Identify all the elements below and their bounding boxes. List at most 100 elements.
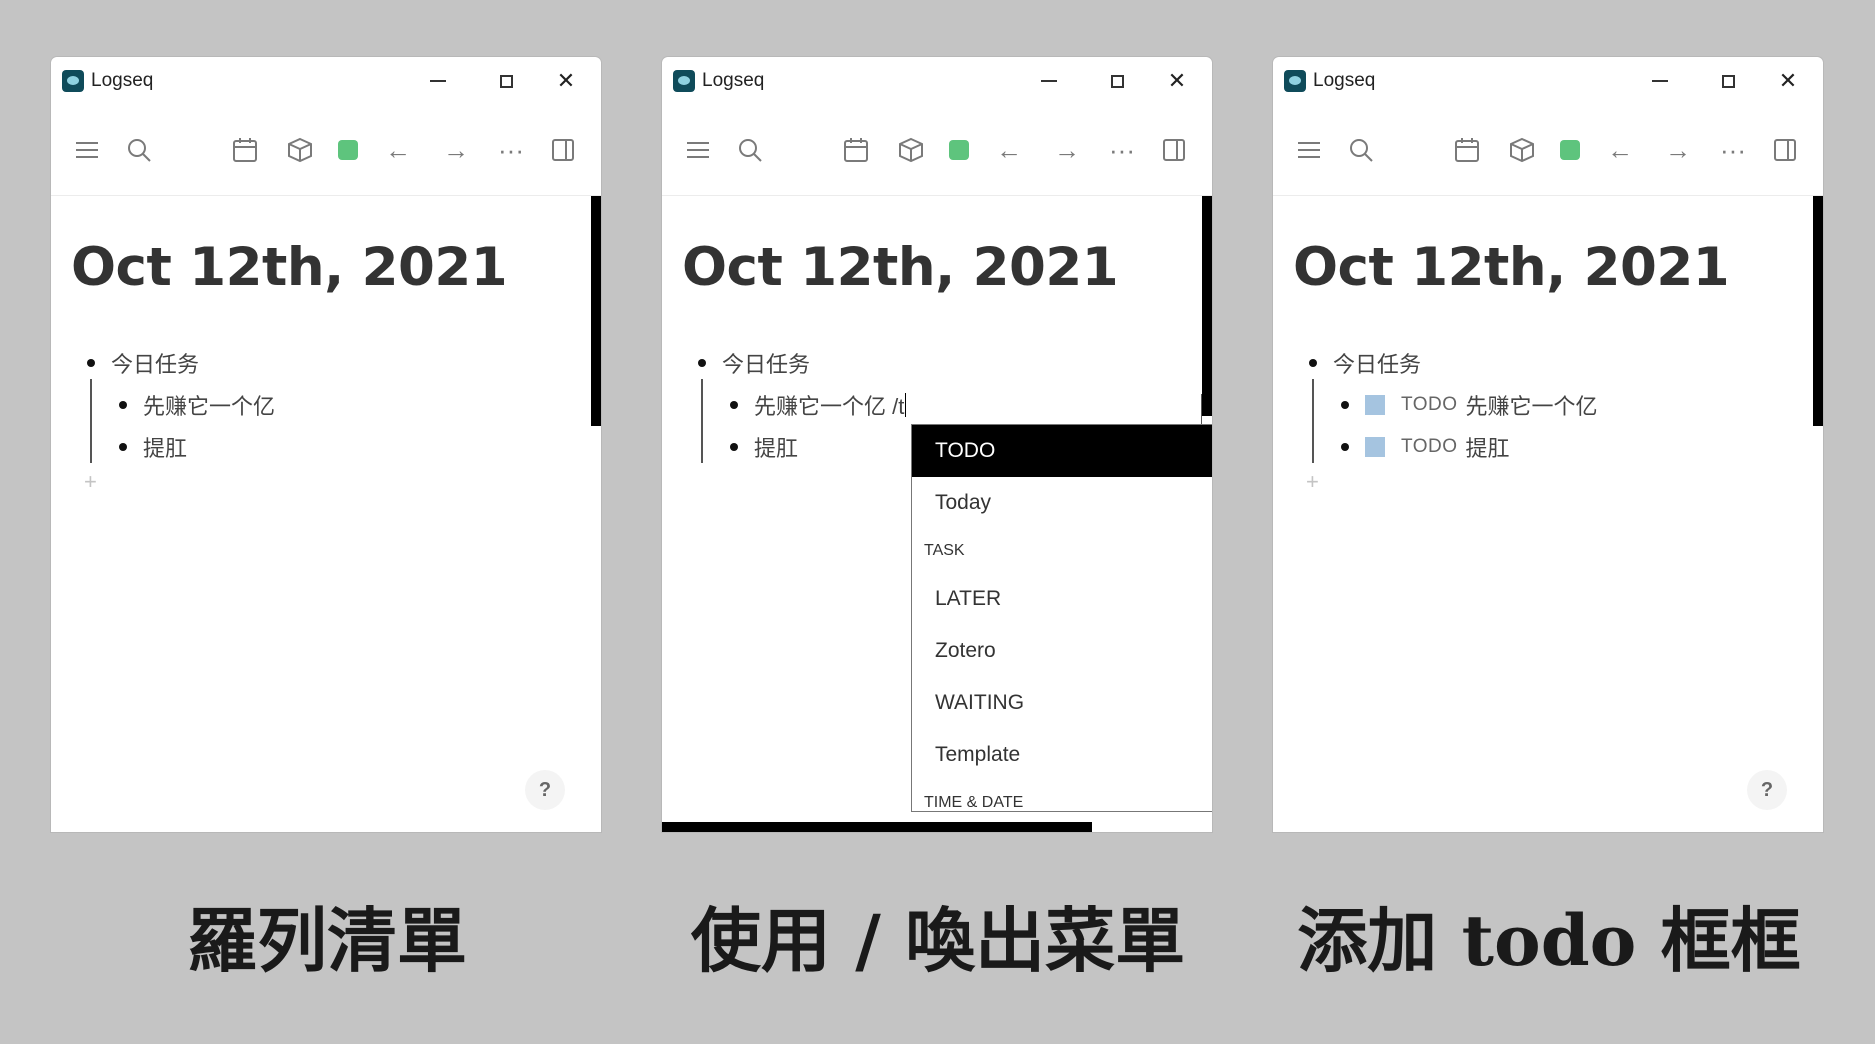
list-item[interactable]: 今日任务 bbox=[1309, 347, 1421, 379]
scrollbar[interactable] bbox=[1813, 196, 1823, 426]
help-button[interactable]: ? bbox=[1747, 770, 1787, 810]
list-item[interactable]: 先赚它一个亿 bbox=[119, 389, 275, 421]
maximize-button[interactable] bbox=[1698, 57, 1758, 105]
todo-checkbox[interactable] bbox=[1365, 437, 1385, 457]
panel-icon bbox=[552, 139, 574, 161]
todo-item[interactable]: TODO 提肛 bbox=[1341, 431, 1510, 463]
journals-button[interactable] bbox=[836, 130, 876, 170]
logseq-app-icon bbox=[673, 70, 695, 92]
menu-item-template[interactable]: Template bbox=[912, 729, 1212, 781]
back-button[interactable]: ← bbox=[378, 130, 418, 170]
toolbar: ← → ··· bbox=[662, 105, 1212, 196]
calendar-icon bbox=[844, 138, 868, 162]
panel-todo: Logseq ✕ ← → ··· Oct 12th, 2021 今日任务 TOD… bbox=[1273, 0, 1825, 1044]
todo-checkbox[interactable] bbox=[1365, 395, 1385, 415]
forward-button[interactable]: → bbox=[436, 130, 476, 170]
block-text: 先赚它一个亿 bbox=[1465, 394, 1598, 419]
scrollbar[interactable] bbox=[591, 196, 601, 426]
todo-item[interactable]: TODO 先赚它一个亿 bbox=[1341, 389, 1598, 421]
help-button[interactable]: ? bbox=[525, 770, 565, 810]
menu-item-zotero[interactable]: Zotero bbox=[912, 625, 1212, 677]
sidebar-toggle-button[interactable] bbox=[67, 130, 107, 170]
maximize-button[interactable] bbox=[1087, 57, 1147, 105]
theme-indicator[interactable] bbox=[939, 130, 979, 170]
add-block-button[interactable]: + bbox=[84, 469, 97, 495]
more-button[interactable]: ··· bbox=[491, 130, 531, 170]
todo-marker[interactable]: TODO bbox=[1401, 394, 1458, 416]
horizontal-scrollbar[interactable] bbox=[662, 822, 1092, 832]
sidebar-toggle-button[interactable] bbox=[1289, 130, 1329, 170]
random-page-button[interactable] bbox=[891, 130, 931, 170]
right-sidebar-button[interactable] bbox=[543, 130, 583, 170]
list-item[interactable]: 今日任务 bbox=[698, 347, 810, 379]
back-button[interactable]: ← bbox=[989, 130, 1029, 170]
thread-line bbox=[701, 379, 703, 463]
list-item[interactable]: 今日任务 bbox=[87, 347, 199, 379]
block-editor-text[interactable]: 先赚它一个亿 /t bbox=[754, 389, 904, 421]
green-square-icon bbox=[1560, 140, 1580, 160]
more-icon: ··· bbox=[498, 134, 524, 165]
theme-indicator[interactable] bbox=[328, 130, 368, 170]
menu-item-today[interactable]: Today bbox=[912, 477, 1212, 529]
list-item[interactable]: 提肛 bbox=[730, 431, 798, 463]
dice-icon bbox=[899, 137, 923, 163]
forward-button[interactable]: → bbox=[1658, 130, 1698, 170]
journals-button[interactable] bbox=[1447, 130, 1487, 170]
close-button[interactable]: ✕ bbox=[536, 57, 596, 105]
title-bar: Logseq ✕ bbox=[662, 57, 1212, 105]
add-block-button[interactable]: + bbox=[1306, 469, 1319, 495]
green-square-icon bbox=[338, 140, 358, 160]
arrow-right-icon: → bbox=[1665, 134, 1691, 165]
block-text: 今日任务 bbox=[1333, 352, 1422, 377]
menu-item-todo[interactable]: TODO bbox=[912, 425, 1212, 477]
scrollbar[interactable] bbox=[1202, 196, 1212, 416]
app-title: Logseq bbox=[1313, 70, 1376, 91]
block-text: 提肛 bbox=[143, 436, 188, 461]
close-icon: ✕ bbox=[556, 68, 576, 93]
minimize-icon bbox=[430, 80, 446, 82]
list-item[interactable]: 提肛 bbox=[119, 431, 187, 463]
search-button[interactable] bbox=[730, 130, 770, 170]
block-text: 今日任务 bbox=[111, 352, 200, 377]
right-sidebar-button[interactable] bbox=[1765, 130, 1805, 170]
page-title: Oct 12th, 2021 bbox=[71, 237, 508, 298]
bullet-icon bbox=[730, 401, 738, 409]
right-sidebar-button[interactable] bbox=[1154, 130, 1194, 170]
more-button[interactable]: ··· bbox=[1102, 130, 1142, 170]
logseq-window: Logseq ✕ ← → ··· Oct 12th, 2021 bbox=[1273, 57, 1823, 832]
arrow-left-icon: ← bbox=[385, 134, 411, 165]
random-page-button[interactable] bbox=[1502, 130, 1542, 170]
list-item-editing[interactable]: 先赚它一个亿 /t bbox=[730, 389, 907, 421]
title-bar: Logseq ✕ bbox=[1273, 57, 1823, 105]
close-button[interactable]: ✕ bbox=[1758, 57, 1818, 105]
thread-line bbox=[90, 379, 92, 463]
maximize-icon bbox=[499, 74, 513, 88]
more-button[interactable]: ··· bbox=[1713, 130, 1753, 170]
search-button[interactable] bbox=[119, 130, 159, 170]
close-icon: ✕ bbox=[1778, 68, 1798, 93]
back-button[interactable]: ← bbox=[1600, 130, 1640, 170]
minimize-button[interactable] bbox=[1630, 57, 1690, 105]
arrow-left-icon: ← bbox=[1607, 134, 1633, 165]
text-caret bbox=[905, 393, 907, 417]
close-button[interactable]: ✕ bbox=[1147, 57, 1207, 105]
menu-item-waiting[interactable]: WAITING bbox=[912, 677, 1212, 729]
search-button[interactable] bbox=[1341, 130, 1381, 170]
todo-marker[interactable]: TODO bbox=[1401, 436, 1458, 458]
sidebar-toggle-button[interactable] bbox=[678, 130, 718, 170]
theme-indicator[interactable] bbox=[1550, 130, 1590, 170]
minimize-button[interactable] bbox=[1019, 57, 1079, 105]
forward-button[interactable]: → bbox=[1047, 130, 1087, 170]
logseq-app-icon bbox=[62, 70, 84, 92]
calendar-icon bbox=[233, 138, 257, 162]
journals-button[interactable] bbox=[225, 130, 265, 170]
bullet-icon bbox=[87, 359, 95, 367]
logseq-app-icon bbox=[1284, 70, 1306, 92]
toolbar: ← → ··· bbox=[51, 105, 601, 196]
more-icon: ··· bbox=[1720, 134, 1746, 165]
minimize-button[interactable] bbox=[408, 57, 468, 105]
thread-line bbox=[1312, 379, 1314, 463]
maximize-button[interactable] bbox=[476, 57, 536, 105]
menu-item-later[interactable]: LATER bbox=[912, 573, 1212, 625]
random-page-button[interactable] bbox=[280, 130, 320, 170]
